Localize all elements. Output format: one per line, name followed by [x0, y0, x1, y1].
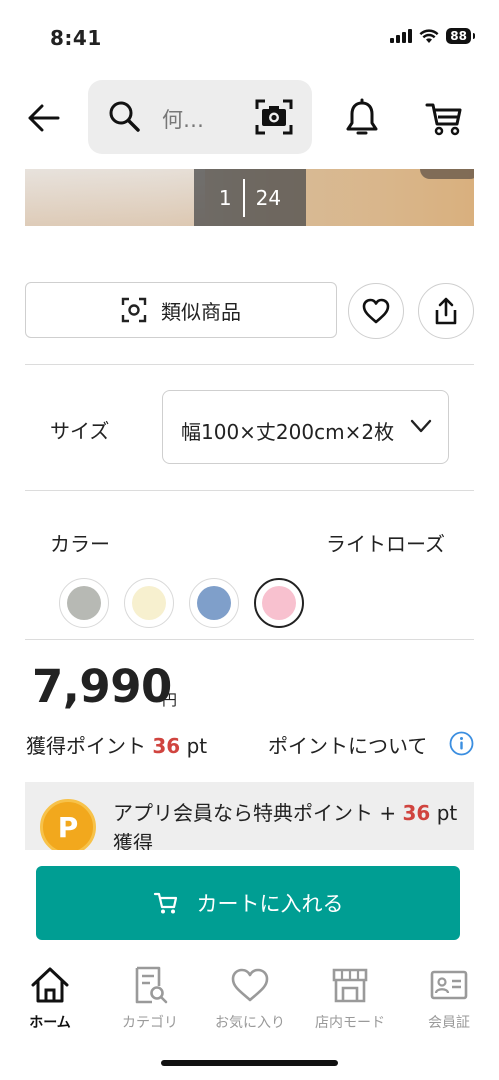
points-value: 36: [152, 734, 181, 758]
points-earned: 獲得ポイント 36 pt: [26, 730, 207, 759]
point-badge-icon: P: [40, 799, 96, 850]
swatch-fill: [132, 586, 166, 620]
status-indicators: 88: [390, 28, 475, 44]
image-pager: 1 24: [194, 169, 306, 226]
similar-products-button[interactable]: 類似商品: [25, 282, 337, 338]
tab-store-mode[interactable]: 店内モード: [300, 966, 400, 1032]
swatch-fill: [262, 586, 296, 620]
divider: [25, 639, 474, 640]
tab-label: ホーム: [29, 1015, 71, 1031]
tab-category[interactable]: カテゴリ: [100, 966, 200, 1032]
search-icon: [109, 101, 140, 132]
size-select[interactable]: 幅100×丈200cm×2枚: [162, 390, 449, 464]
category-icon: [135, 966, 168, 1004]
divider: [25, 364, 474, 365]
pager-total: 24: [255, 185, 282, 210]
tab-label: お気に入り: [215, 1015, 285, 1031]
color-swatch-cream[interactable]: [124, 578, 174, 628]
wifi-icon: [419, 28, 439, 43]
member-card-icon: [430, 970, 468, 1000]
size-label: サイズ: [50, 419, 110, 443]
tab-member-card[interactable]: 会員証: [399, 966, 499, 1032]
similar-search-icon: [121, 297, 147, 323]
promo-text-prefix: アプリ会員なら特典ポイント +: [113, 801, 403, 825]
tab-label: カテゴリ: [122, 1015, 178, 1031]
points-unit: pt: [186, 734, 208, 758]
search-box[interactable]: 何…: [88, 80, 312, 154]
divider: [25, 490, 474, 491]
promo-text: アプリ会員なら特典ポイント + 36 pt 獲得: [113, 798, 463, 850]
back-arrow-icon[interactable]: [24, 98, 64, 138]
store-icon: [332, 968, 368, 1003]
tab-label: 会員証: [428, 1015, 470, 1031]
chevron-down-icon: [410, 419, 432, 433]
swatch-fill: [197, 586, 231, 620]
header: 何…: [0, 80, 499, 154]
home-indicator: [161, 1060, 338, 1066]
tab-label: 店内モード: [315, 1015, 385, 1031]
home-icon: [31, 967, 69, 1003]
color-swatch-gray[interactable]: [59, 578, 109, 628]
tab-favorites[interactable]: お気に入り: [200, 966, 300, 1032]
product-image-carousel[interactable]: 1 24: [25, 169, 474, 226]
color-swatch-blue[interactable]: [189, 578, 239, 628]
swatch-fill: [67, 586, 101, 620]
similar-products-label: 類似商品: [161, 299, 241, 324]
status-bar: 8:41 88: [0, 0, 499, 78]
share-icon: [435, 297, 457, 325]
points-about-link[interactable]: ポイントについて: [268, 730, 427, 759]
share-button[interactable]: [418, 283, 474, 339]
color-selected-name: ライトローズ: [326, 532, 445, 556]
points-label: 獲得ポイント: [26, 734, 146, 758]
camera-search-icon[interactable]: [254, 98, 294, 136]
heart-icon: [231, 968, 269, 1002]
color-label: カラー: [50, 532, 110, 556]
tab-home[interactable]: ホーム: [0, 966, 100, 1032]
add-to-cart-button[interactable]: カートに入れる: [36, 866, 460, 940]
heart-icon: [362, 298, 390, 324]
price-amount: 7,990: [32, 660, 172, 713]
size-selected-value: 幅100×丈200cm×2枚: [181, 420, 395, 444]
notification-bell-icon[interactable]: [343, 98, 381, 138]
member-points-banner[interactable]: P アプリ会員なら特典ポイント + 36 pt 獲得: [25, 782, 474, 850]
add-to-cart-label: カートに入れる: [196, 892, 344, 916]
color-swatch-light-rose[interactable]: [254, 578, 304, 628]
pager-current: 1: [218, 185, 232, 210]
battery-indicator: 88: [446, 28, 475, 44]
search-placeholder: 何…: [162, 108, 204, 132]
status-time: 8:41: [50, 26, 102, 50]
price-unit: 円: [162, 691, 178, 709]
info-icon[interactable]: [449, 731, 474, 756]
promo-points-value: 36: [402, 801, 431, 825]
pager-divider: [242, 178, 245, 217]
favorite-button[interactable]: [348, 283, 404, 339]
signal-icon: [390, 29, 413, 43]
cart-icon: [153, 892, 177, 914]
cart-icon[interactable]: [424, 98, 464, 138]
